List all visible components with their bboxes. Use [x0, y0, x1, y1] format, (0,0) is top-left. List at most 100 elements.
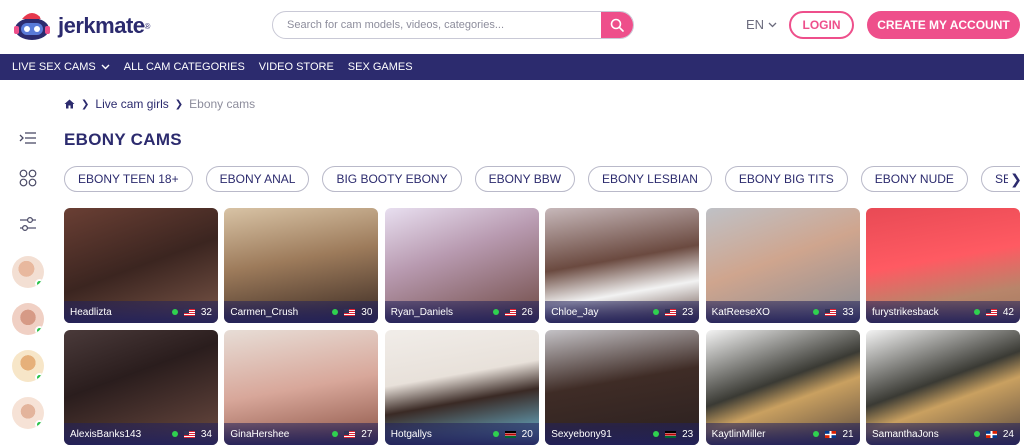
model-name: Carmen_Crush: [230, 307, 332, 318]
online-status-dot: [172, 431, 178, 437]
us-flag-icon: [505, 309, 516, 316]
chip-ebony-anal[interactable]: EBONY ANAL: [206, 166, 310, 192]
model-name: furystrikesback: [872, 307, 974, 318]
model-name: KaytlinMiller: [712, 429, 814, 440]
model-card[interactable]: Hotgallys 20: [385, 330, 539, 445]
model-age: 34: [201, 429, 212, 440]
site-logo[interactable]: jerkmate ®: [12, 9, 150, 43]
kenya-flag-icon: [665, 431, 676, 438]
model-name: GinaHershee: [230, 429, 332, 440]
model-card[interactable]: GinaHershee 27: [224, 330, 378, 445]
brand-name: jerkmate: [58, 13, 145, 39]
model-card-info: KatReeseXO 33: [706, 301, 860, 323]
model-age: 30: [361, 307, 372, 318]
online-status-dot: [974, 431, 980, 437]
model-age: 21: [842, 429, 853, 440]
language-label: EN: [746, 17, 764, 32]
model-card-info: Ryan_Daniels 26: [385, 301, 539, 323]
model-age: 26: [522, 307, 533, 318]
chip-ebony-nude[interactable]: EBONY NUDE: [861, 166, 968, 192]
home-icon[interactable]: [64, 99, 75, 109]
breadcrumb: ❯ Live cam girls ❯ Ebony cams: [64, 97, 255, 111]
chips-scroll-right-icon[interactable]: ❯: [1008, 170, 1024, 188]
nav-item-video-store[interactable]: VIDEO STORE: [259, 61, 334, 73]
site-header: jerkmate ® EN LOGIN CREATE MY ACCOUNT: [0, 0, 1024, 52]
avatar[interactable]: [12, 397, 44, 429]
model-card-info: Carmen_Crush 30: [224, 301, 378, 323]
dominican-republic-flag-icon: [825, 431, 836, 438]
create-account-button[interactable]: CREATE MY ACCOUNT: [867, 11, 1020, 39]
language-selector[interactable]: EN: [746, 17, 777, 32]
model-card[interactable]: Carmen_Crush 30: [224, 208, 378, 323]
model-age: 23: [682, 429, 693, 440]
model-age: 33: [842, 307, 853, 318]
model-name: Ryan_Daniels: [391, 307, 493, 318]
search-button[interactable]: [601, 12, 633, 38]
model-name: Sexyebony91: [551, 429, 653, 440]
avatar[interactable]: [12, 303, 44, 335]
model-age: 23: [682, 307, 693, 318]
model-card[interactable]: furystrikesback 42: [866, 208, 1020, 323]
model-age: 32: [201, 307, 212, 318]
model-card[interactable]: Headlizta 32: [64, 208, 218, 323]
model-age: 24: [1003, 429, 1014, 440]
online-status-dot: [172, 309, 178, 315]
online-status-dot: [332, 309, 338, 315]
model-card-info: Hotgallys 20: [385, 423, 539, 445]
chip-ebony-lesbian[interactable]: EBONY LESBIAN: [588, 166, 712, 192]
model-name: KatReeseXO: [712, 307, 814, 318]
nav-item-all-cam-categories[interactable]: ALL CAM CATEGORIES: [124, 61, 245, 73]
chip-ebony-big-tits[interactable]: EBONY BIG TITS: [725, 166, 848, 192]
menu-collapse-icon[interactable]: [18, 128, 38, 148]
chevron-down-icon: [101, 64, 110, 70]
us-flag-icon: [986, 309, 997, 316]
avatar[interactable]: [12, 350, 44, 382]
model-name: AlexisBanks143: [70, 429, 172, 440]
model-card[interactable]: KaytlinMiller 21: [706, 330, 860, 445]
model-card-info: GinaHershee 27: [224, 423, 378, 445]
search-icon: [610, 18, 624, 32]
chip-ebony-teen[interactable]: EBONY TEEN 18+: [64, 166, 193, 192]
breadcrumb-link-live-cam-girls[interactable]: Live cam girls: [95, 97, 168, 111]
chip-big-booty-ebony[interactable]: BIG BOOTY EBONY: [322, 166, 461, 192]
model-card[interactable]: Ryan_Daniels 26: [385, 208, 539, 323]
grid-icon[interactable]: [18, 168, 38, 188]
chip-ebony-bbw[interactable]: EBONY BBW: [475, 166, 575, 192]
model-card-info: Sexyebony91 23: [545, 423, 699, 445]
main-nav: LIVE SEX CAMS ALL CAM CATEGORIES VIDEO S…: [0, 54, 1024, 80]
model-card[interactable]: KatReeseXO 33: [706, 208, 860, 323]
kenya-flag-icon: [505, 431, 516, 438]
online-status-dot: [974, 309, 980, 315]
login-button[interactable]: LOGIN: [789, 11, 854, 39]
us-flag-icon: [825, 309, 836, 316]
model-card[interactable]: SamanthaJons 24: [866, 330, 1020, 445]
nav-item-sex-games[interactable]: SEX GAMES: [348, 61, 413, 73]
model-card-info: Chloe_Jay 23: [545, 301, 699, 323]
model-age: 27: [361, 429, 372, 440]
us-flag-icon: [344, 309, 355, 316]
us-flag-icon: [665, 309, 676, 316]
model-card-info: SamanthaJons 24: [866, 423, 1020, 445]
search-input[interactable]: [273, 12, 603, 38]
nav-item-label: LIVE SEX CAMS: [12, 61, 96, 73]
filter-sliders-icon[interactable]: [18, 214, 38, 234]
model-card[interactable]: Chloe_Jay 23: [545, 208, 699, 323]
category-chips: EBONY TEEN 18+ EBONY ANAL BIG BOOTY EBON…: [64, 166, 1020, 192]
model-name: Chloe_Jay: [551, 307, 653, 318]
online-status-dot: [35, 279, 44, 288]
nav-item-live-sex-cams[interactable]: LIVE SEX CAMS: [12, 61, 110, 73]
online-status-dot: [493, 431, 499, 437]
avatar[interactable]: [12, 256, 44, 288]
model-age: 20: [522, 429, 533, 440]
model-name: SamanthaJons: [872, 429, 974, 440]
online-status-dot: [35, 420, 44, 429]
online-status-dot: [493, 309, 499, 315]
us-flag-icon: [344, 431, 355, 438]
robot-mascot-icon: [12, 9, 54, 43]
search-bar: [272, 11, 634, 39]
model-card[interactable]: Sexyebony91 23: [545, 330, 699, 445]
model-card-info: Headlizta 32: [64, 301, 218, 323]
model-card[interactable]: AlexisBanks143 34: [64, 330, 218, 445]
model-card-info: KaytlinMiller 21: [706, 423, 860, 445]
online-status-dot: [813, 431, 819, 437]
